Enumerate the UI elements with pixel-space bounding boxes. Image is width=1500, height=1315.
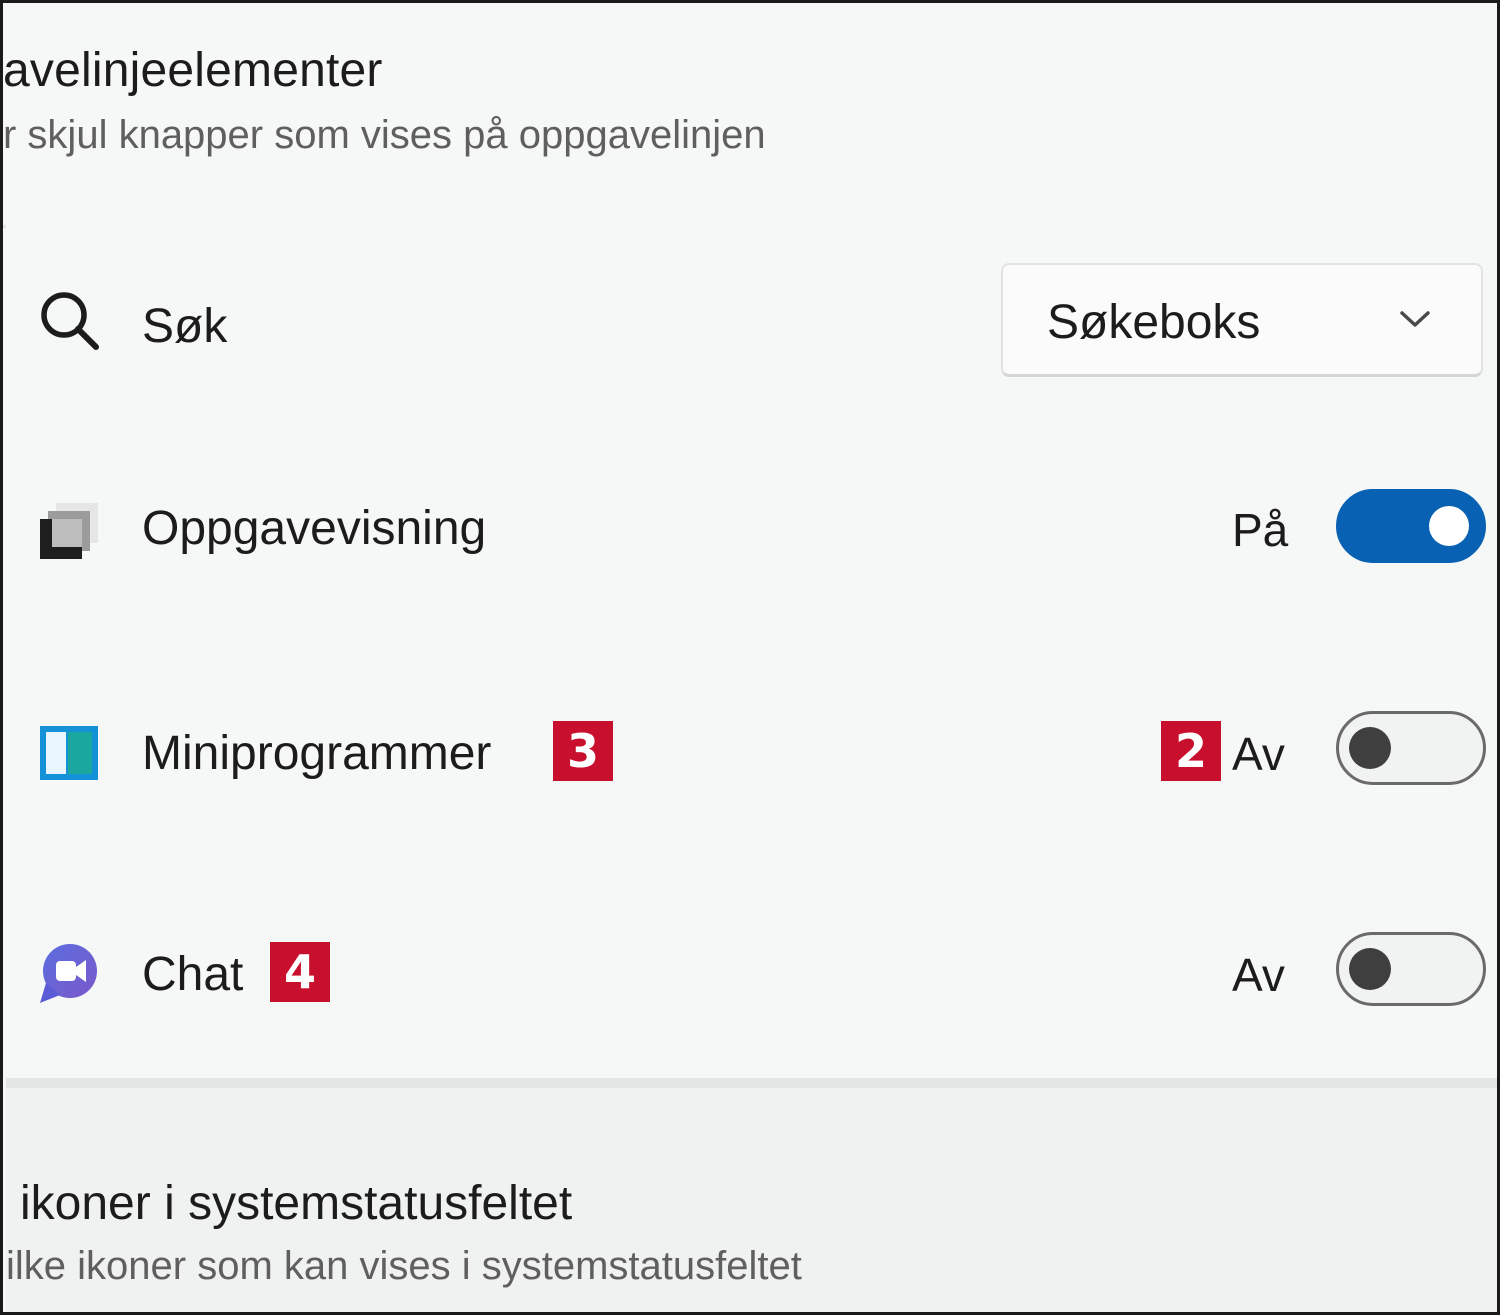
task-view-toggle[interactable] bbox=[1336, 489, 1486, 563]
taskbar-items-header[interactable]: avelinjeelementer r skjul knapper som vi… bbox=[3, 3, 1497, 228]
system-tray-icons-section[interactable]: ikoner i systemstatusfeltet ilke ikoner … bbox=[6, 1078, 1497, 1312]
toggle-knob bbox=[1349, 948, 1391, 990]
chat-icon bbox=[36, 941, 102, 1007]
section-subtitle: ilke ikoner som kan vises i systemstatus… bbox=[6, 1244, 802, 1288]
search-setting-row: Søk Søkeboks bbox=[6, 225, 1497, 420]
search-label: Søk bbox=[142, 300, 228, 353]
task-view-setting-row: Oppgavevisning På bbox=[6, 417, 1497, 641]
dropdown-selected-value: Søkeboks bbox=[1047, 296, 1261, 349]
task-view-label: Oppgavevisning bbox=[142, 502, 487, 555]
toggle-knob bbox=[1349, 727, 1391, 769]
annotation-badge: 3 bbox=[553, 721, 613, 781]
section-title: ikoner i systemstatusfeltet bbox=[20, 1177, 573, 1230]
widgets-label: Miniprogrammer bbox=[142, 727, 492, 780]
search-icon bbox=[36, 287, 102, 353]
annotation-badge: 4 bbox=[270, 942, 330, 1002]
toggle-state-text: På bbox=[1232, 504, 1289, 556]
toggle-state-text: Av bbox=[1232, 949, 1285, 1001]
toggle-state-text: Av bbox=[1232, 728, 1285, 780]
settings-panel: avelinjeelementer r skjul knapper som vi… bbox=[0, 0, 1500, 1315]
chevron-down-icon bbox=[1399, 309, 1431, 329]
widgets-icon bbox=[36, 720, 102, 786]
annotation-badge: 2 bbox=[1161, 721, 1221, 781]
task-view-icon bbox=[36, 497, 102, 563]
widgets-setting-row: Miniprogrammer 3 2 Av bbox=[6, 638, 1497, 862]
section-title: avelinjeelementer bbox=[3, 44, 383, 97]
search-mode-dropdown[interactable]: Søkeboks bbox=[1001, 263, 1483, 377]
chat-setting-row: Chat 4 Av bbox=[6, 859, 1497, 1085]
toggle-knob bbox=[1429, 506, 1469, 546]
widgets-toggle[interactable] bbox=[1336, 711, 1486, 785]
section-subtitle: r skjul knapper som vises på oppgavelinj… bbox=[3, 113, 766, 157]
chat-toggle[interactable] bbox=[1336, 932, 1486, 1006]
chat-label: Chat bbox=[142, 948, 244, 1001]
